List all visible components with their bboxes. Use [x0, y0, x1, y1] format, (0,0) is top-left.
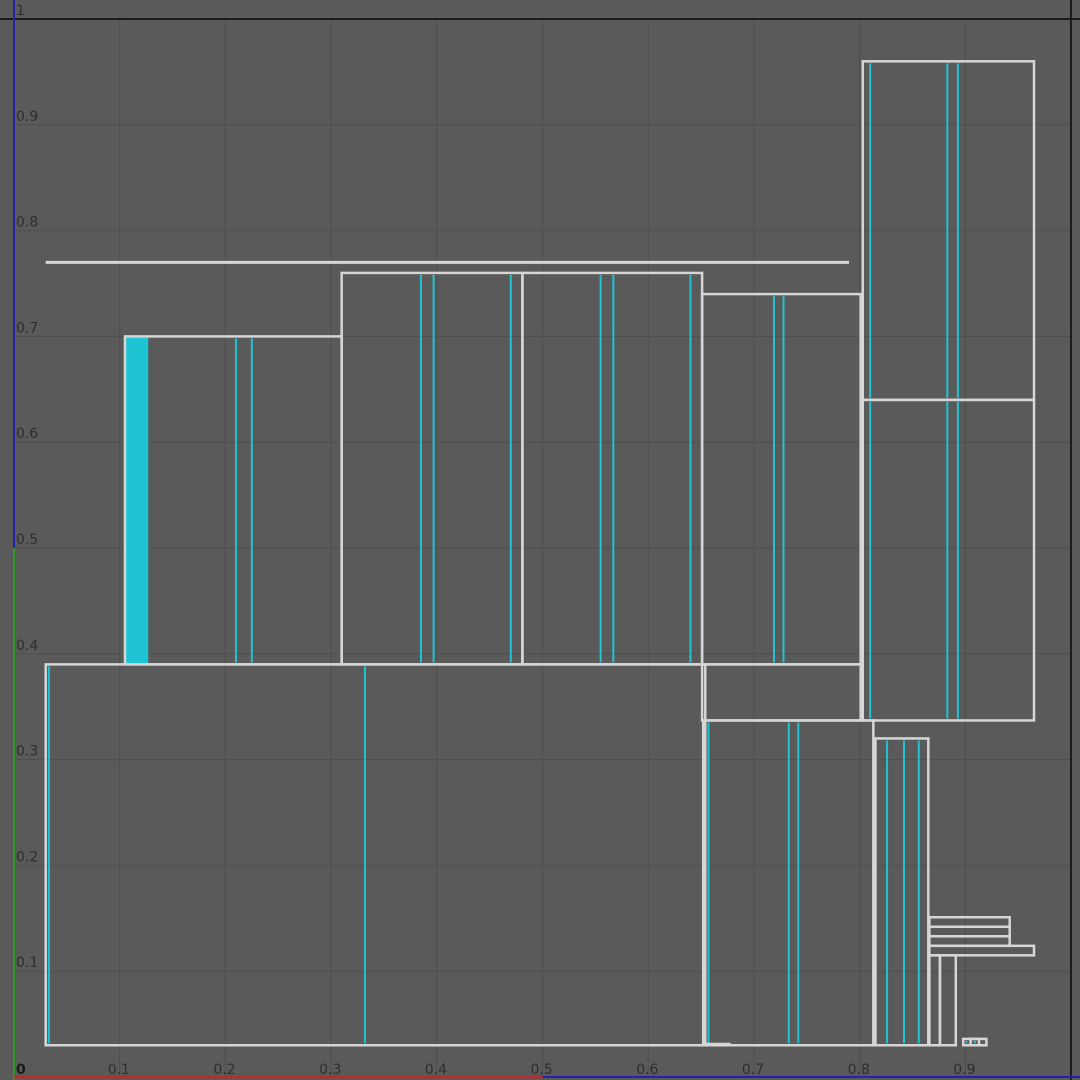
u-tick-label: 0.2 [213, 1062, 235, 1078]
uv-island-outline [44, 663, 707, 1047]
uv-island-small-step-1[interactable] [928, 954, 942, 1047]
uv-island-outline [928, 925, 1011, 938]
u-tick-label: 0.5 [531, 1062, 553, 1078]
uv-island-small-step-2[interactable] [938, 954, 958, 1047]
uv-island-bottom-right[interactable] [701, 719, 875, 1047]
uv-island-small-shelf-3[interactable] [928, 925, 1011, 938]
uv-island-outline [928, 915, 1011, 929]
uv-canvas[interactable]: 0 0.1 0.2 0.3 0.4 0.5 0.6 0.7 0.8 0.9 0.1 0.2 0.3 0.4… [0, 0, 1080, 1080]
uv-island-outline [874, 737, 930, 1047]
uv-island-center-1[interactable] [340, 271, 524, 666]
uv-island-far-right-lower[interactable] [861, 398, 1036, 722]
uv-island-outline [928, 954, 942, 1047]
uv-editor-viewport[interactable]: 0 0.1 0.2 0.3 0.4 0.5 0.6 0.7 0.8 0.9 0.1 0.2 0.3 0.4… [0, 0, 1080, 1080]
v-tick-label: 0.7 [16, 320, 38, 336]
uv-island-left-tall[interactable] [123, 335, 343, 666]
v-tick-label: 0.2 [16, 849, 38, 865]
uv-island-outline [938, 954, 958, 1047]
uv-island-outline [928, 935, 1011, 948]
uv-island-large-bottom[interactable] [44, 663, 707, 1047]
uv-island-center-2[interactable] [521, 271, 704, 666]
u-tick-label: 0.8 [848, 1062, 870, 1078]
uv-island-right-mid[interactable] [700, 292, 862, 666]
u-tick-label: 0.1 [108, 1062, 130, 1078]
v-tick-label: 0.3 [16, 744, 38, 760]
uv-island-outline [700, 663, 862, 722]
uv-seam-fill [124, 336, 149, 665]
uv-island-strips[interactable] [874, 737, 930, 1047]
uv-tick-labels: 0 0.1 0.2 0.3 0.4 0.5 0.6 0.7 0.8 0.9 0.1 0.2 0.3 0.4… [16, 3, 976, 1078]
u-tick-label: 0.6 [636, 1062, 658, 1078]
uv-island-small-shelf-1[interactable] [928, 944, 1036, 957]
u-tick-label: 0.7 [742, 1062, 764, 1078]
origin-label: 0 [16, 1062, 26, 1078]
uv-island-tiny-tab-2[interactable] [969, 1037, 981, 1047]
v-tick-label: 0.8 [16, 215, 38, 231]
uv-island-right-narrow-band[interactable] [700, 663, 862, 722]
uv-island-small-shelf-4[interactable] [928, 915, 1011, 929]
u-tick-label: 0.3 [319, 1062, 341, 1078]
u-tick-label: 0.4 [425, 1062, 447, 1078]
v-tick-label: 0.9 [16, 109, 38, 125]
uv-island-outline [861, 398, 1036, 722]
v-tick-label: 0.1 [16, 955, 38, 971]
uv-island-outline [521, 271, 704, 666]
v-tick-label: 1 [16, 3, 25, 19]
uv-grid [14, 19, 1071, 1077]
uv-island-small-shelf-2[interactable] [928, 935, 1011, 948]
uv-island-outline [123, 335, 343, 666]
uv-island-outline [700, 292, 862, 666]
uv-island-outline [928, 944, 1036, 957]
u-tick-label: 0.9 [953, 1062, 975, 1078]
v-tick-label: 0.4 [16, 638, 38, 654]
uv-island-outline [340, 271, 524, 666]
v-tick-label: 0.6 [16, 426, 38, 442]
v-tick-label: 0.5 [16, 532, 38, 548]
uv-islands [44, 60, 1036, 1047]
